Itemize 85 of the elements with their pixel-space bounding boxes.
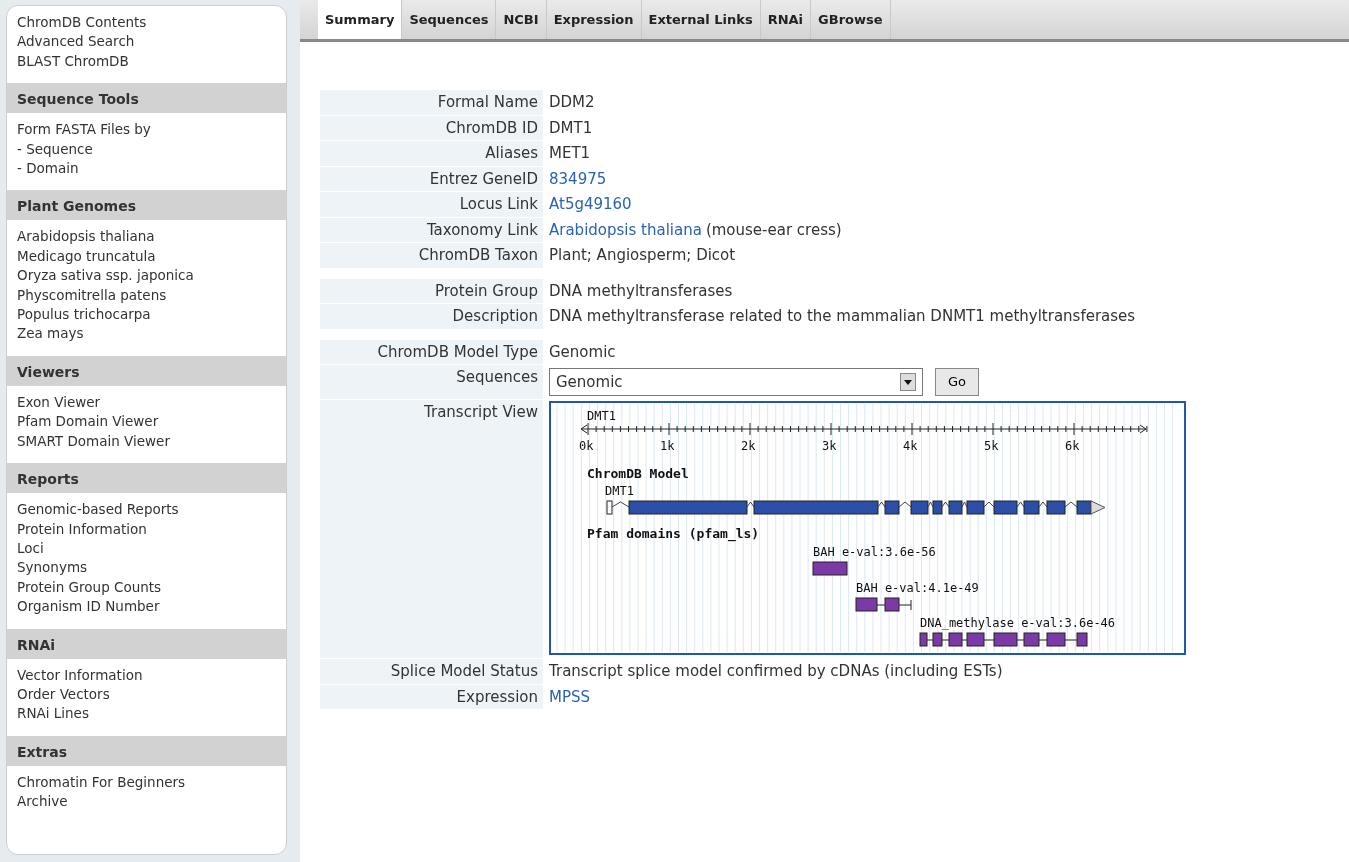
sidebar-link[interactable]: Genomic-based Reports (17, 500, 179, 520)
field-link[interactable]: 834975 (549, 167, 607, 190)
go-button[interactable]: Go (935, 368, 980, 396)
field-link[interactable]: At5g49160 (549, 193, 632, 216)
dropdown-icon[interactable] (900, 373, 916, 391)
sidebar-link[interactable]: Advanced Search (17, 32, 135, 52)
field-value: Transcript splice model confirmed by cDNAs (including ESTs) (549, 661, 1003, 682)
sidebar-link[interactable]: - Sequence (17, 139, 93, 160)
field-label: Taxonomy Link (320, 217, 543, 243)
sidebar-link[interactable]: Pfam Domain Viewer (17, 412, 159, 432)
tab[interactable]: Expression (546, 0, 642, 39)
sidebar-link[interactable]: Physcomitrella patens (17, 285, 167, 306)
sidebar-link[interactable]: Archive (17, 792, 68, 812)
domain-label: BAH e-val:4.1e-49 (856, 581, 979, 595)
sidebar-link[interactable]: Arabidopsis thaliana (17, 227, 155, 247)
track-label: DMT1 (587, 409, 616, 423)
track-title: Pfam domains (pfam_ls) (587, 526, 760, 541)
field-label: Sequences (320, 365, 543, 400)
field-label: Formal Name (320, 90, 543, 116)
domain-label: BAH e-val:3.6e-56 (813, 545, 936, 559)
sidebar-link[interactable]: BLAST ChromDB (17, 51, 129, 72)
sidebar-link[interactable]: Oryza sativa ssp. japonica (17, 266, 194, 286)
field-value: DNA methyltransferase related to the mammalian DNMT1 methyltransferases (549, 306, 1136, 327)
field-label: Transcript View (320, 400, 543, 659)
field-value: DMT1 (549, 117, 593, 139)
domain-label: DNA_methylase e-val:3.6e-46 (920, 616, 1116, 630)
axis-label: 2k (741, 439, 756, 453)
section-header: Viewers (7, 355, 286, 386)
sidebar-link[interactable]: - Domain (17, 159, 79, 179)
axis-label: 0k (579, 439, 594, 453)
field-value: Plant; Angiosperm; Dicot (549, 245, 736, 266)
field-label: Locus Link (320, 192, 543, 218)
sidebar-link[interactable]: Exon Viewer (17, 392, 101, 413)
sidebar-link[interactable]: Synonyms (17, 558, 88, 578)
field-label: Entrez GeneID (320, 166, 543, 192)
field-label: Aliases (320, 141, 543, 167)
domain-drawing (855, 597, 912, 612)
field-value: DDM2 (549, 92, 595, 113)
sidebar-link[interactable]: ChromDB Contents (17, 13, 147, 33)
tab[interactable]: Summary (318, 0, 403, 39)
axis-label: 5k (984, 439, 999, 453)
field-label: Expression (320, 684, 543, 710)
field-label: Protein Group (320, 278, 543, 304)
section-header: Extras (7, 735, 286, 766)
sidebar-link[interactable]: Order Vectors (17, 684, 110, 705)
tab[interactable]: GBrowse (811, 0, 891, 39)
field-value: (mouse-ear cress) (705, 219, 842, 241)
sidebar-link[interactable]: Protein Information (17, 519, 147, 539)
sidebar-link[interactable]: RNAi Lines (17, 704, 89, 724)
tab[interactable]: External Links (641, 0, 761, 39)
sidebar-link[interactable]: Medicago truncatula (17, 246, 156, 267)
field-label: ChromDB Taxon (320, 243, 543, 269)
field-label: ChromDB ID (320, 115, 543, 141)
track-label: DMT1 (605, 484, 634, 498)
section-header: RNAi (7, 628, 286, 659)
sidebar-link[interactable]: SMART Domain Viewer (17, 431, 170, 452)
section-header: Plant Genomes (7, 190, 286, 221)
sidebar-link[interactable]: Loci (17, 538, 44, 559)
axis-label: 6k (1065, 439, 1080, 453)
sidebar-link[interactable]: Organism ID Number (17, 597, 160, 617)
sidebar-link[interactable]: Vector Information (17, 665, 143, 685)
field-value: MET1 (549, 143, 591, 164)
axis-label: 3k (822, 439, 837, 453)
sidebar-link[interactable]: Zea mays (17, 324, 84, 344)
axis-label: 1k (660, 439, 675, 453)
axis-label: 4k (903, 439, 918, 453)
tab[interactable]: RNAi (760, 0, 812, 39)
field-value: DNA methyltransferases (549, 280, 733, 302)
sidebar-link[interactable]: Populus trichocarpa (17, 305, 151, 325)
field-label: Description (320, 304, 543, 330)
field-label: ChromDB Model Type (320, 339, 543, 365)
sidebar-link[interactable]: Protein Group Counts (17, 577, 162, 598)
track-title: ChromDB Model (587, 466, 689, 481)
tab[interactable]: NCBI (496, 0, 547, 39)
domain-drawing (812, 561, 848, 576)
section-header: Sequence Tools (7, 83, 286, 114)
field-label: Splice Model Status (320, 659, 543, 685)
field-value: Genomic (549, 341, 616, 363)
sidebar-link[interactable]: Form FASTA Files by (17, 120, 151, 140)
section-header: Reports (7, 463, 286, 494)
sidebar-link[interactable]: Chromatin For Beginners (17, 772, 186, 793)
tab[interactable]: Sequences (402, 0, 497, 39)
field-link[interactable]: MPSS (549, 685, 591, 708)
field-link[interactable]: Arabidopsis thaliana (549, 218, 702, 241)
sequence-select[interactable]: Genomic (549, 368, 923, 396)
